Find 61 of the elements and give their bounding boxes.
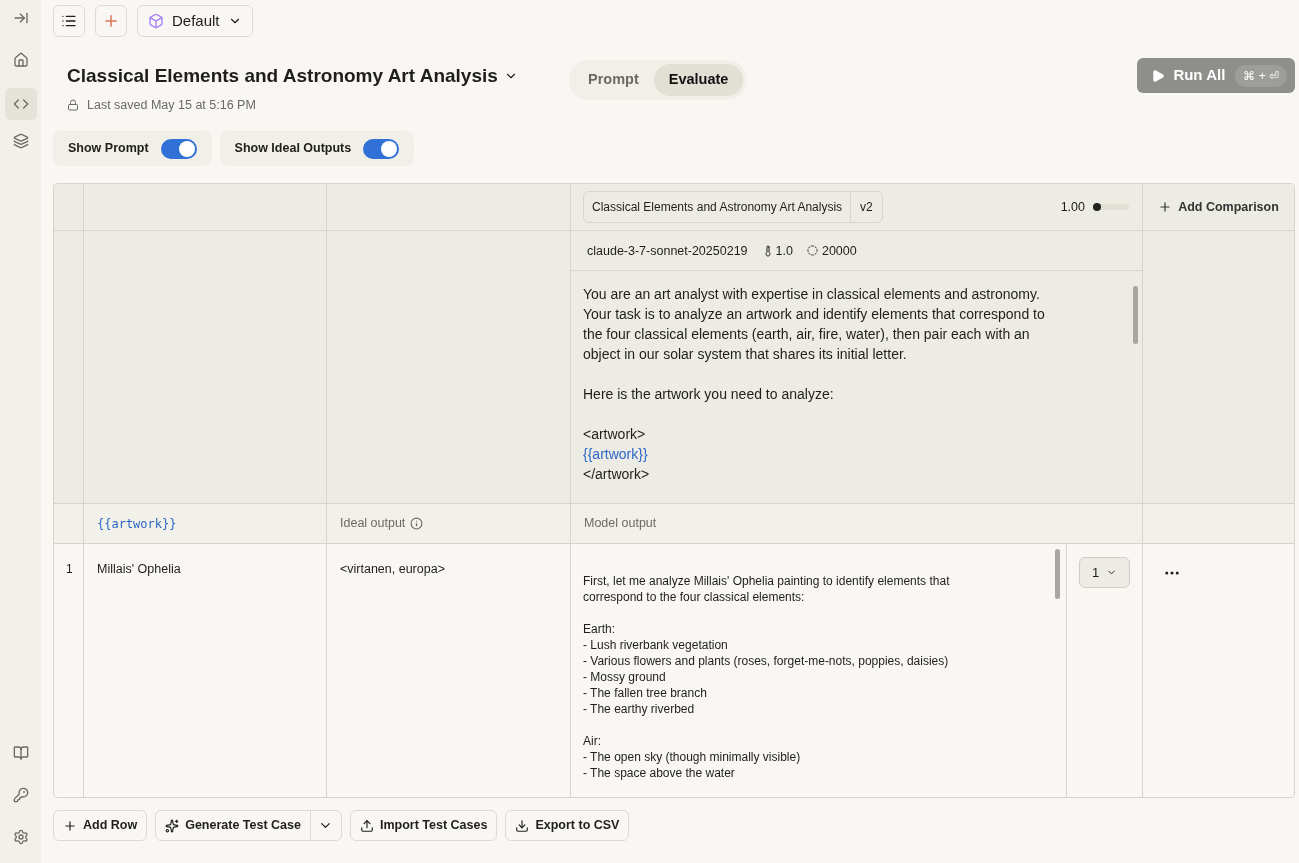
sparkle-icon (165, 818, 180, 833)
add-comparison-button[interactable]: Add Comparison (1143, 184, 1294, 231)
score-dropdown[interactable]: 1 (1079, 557, 1130, 588)
footer-button[interactable]: Import Test Cases (349, 810, 498, 841)
prompt-line: object in our solar system that shares its initial letter. (583, 345, 908, 365)
column-header: Ideal output (340, 515, 406, 533)
code-icon (12, 96, 29, 112)
book-icon[interactable] (12, 745, 29, 761)
list-icon (61, 13, 77, 29)
saved-status: Last saved May 15 at 5:16 PM (87, 96, 256, 114)
scrollbar[interactable] (1055, 549, 1060, 599)
row-number: 1 (66, 562, 73, 576)
prompt-line: Your task is to analyze an artwork and identify elements that correspond to (583, 305, 1046, 325)
column-header: {{artwork}} (97, 515, 177, 533)
layers-icon[interactable] (12, 133, 29, 149)
download-icon (515, 818, 530, 833)
table-cell: Millais' Ophelia (97, 562, 181, 576)
prompt-line: You are an art analyst with expertise in classical elements and astronomy. (583, 285, 1041, 305)
toggle-label: Show Ideal Outputs (234, 140, 352, 158)
prompt-line: <artwork> (583, 425, 647, 445)
info-icon[interactable] (410, 517, 424, 531)
plus-icon (102, 12, 120, 30)
preset-dropdown[interactable]: Default (137, 5, 253, 37)
prompt-line: Here is the artwork you need to analyze: (583, 385, 835, 405)
list-button[interactable] (53, 5, 85, 37)
shortcut-hint: ⌘ + ⏎ (1235, 64, 1287, 87)
home-icon[interactable] (12, 52, 29, 68)
table-cell: <virtanen, europa> (340, 562, 445, 576)
scrollbar[interactable] (1133, 286, 1138, 345)
tokens-icon (806, 245, 818, 257)
prompt-line: </artwork> (583, 465, 651, 485)
mode-tab[interactable]: Evaluate (653, 64, 744, 96)
page-title: Classical Elements and Astronomy Art Analysis (67, 64, 498, 88)
toggle-switch[interactable] (160, 138, 197, 159)
footer-button[interactable]: Add Row (53, 810, 148, 841)
score-thumb[interactable] (1093, 203, 1101, 212)
prompt-variable: {{artwork}} (583, 445, 649, 465)
plus-icon (63, 818, 77, 833)
output-paragraph: First, let me analyze Millais' Ophelia painting to identify elements that correspond to the four classical elements: (583, 573, 951, 605)
max-tokens-value: 20000 (821, 242, 857, 260)
upload-icon (359, 818, 374, 833)
prompt-version-chip[interactable]: Classical Elements and Astronomy Art Analysis v2 (583, 191, 883, 224)
key-icon[interactable] (12, 787, 29, 803)
prompt-line: the four classical elements (earth, air, fire, water), then pair each with an (583, 325, 1031, 345)
code-nav-button[interactable] (4, 88, 37, 120)
expand-sidebar-icon[interactable] (12, 10, 29, 26)
score-value: 1.00 (1060, 198, 1085, 216)
temperature-value: 1.0 (775, 242, 793, 260)
model-name: claude-3-7-sonnet-20250219 (587, 242, 748, 260)
output-paragraph: Earth: - Lush riverbank vegetation - Various flowers and plants (roses, forget-me-nots, poppies, daisies) - Mossy ground - The fallen tree branch - The earthy riverbed (583, 621, 950, 717)
toggle-switch[interactable] (363, 138, 400, 159)
column-header: Model output (584, 515, 657, 533)
mode-tab[interactable]: Prompt (573, 64, 654, 96)
play-icon (1151, 68, 1166, 83)
settings-icon[interactable] (12, 829, 29, 845)
plus-icon (1158, 200, 1173, 215)
output-paragraph: Air: - The open sky (though minimally visible) - The space above the water (583, 733, 802, 781)
footer-button[interactable]: Export to CSV (505, 810, 630, 841)
lock-icon (67, 98, 79, 111)
toggle-label: Show Prompt (68, 140, 149, 158)
cube-icon (148, 13, 164, 29)
